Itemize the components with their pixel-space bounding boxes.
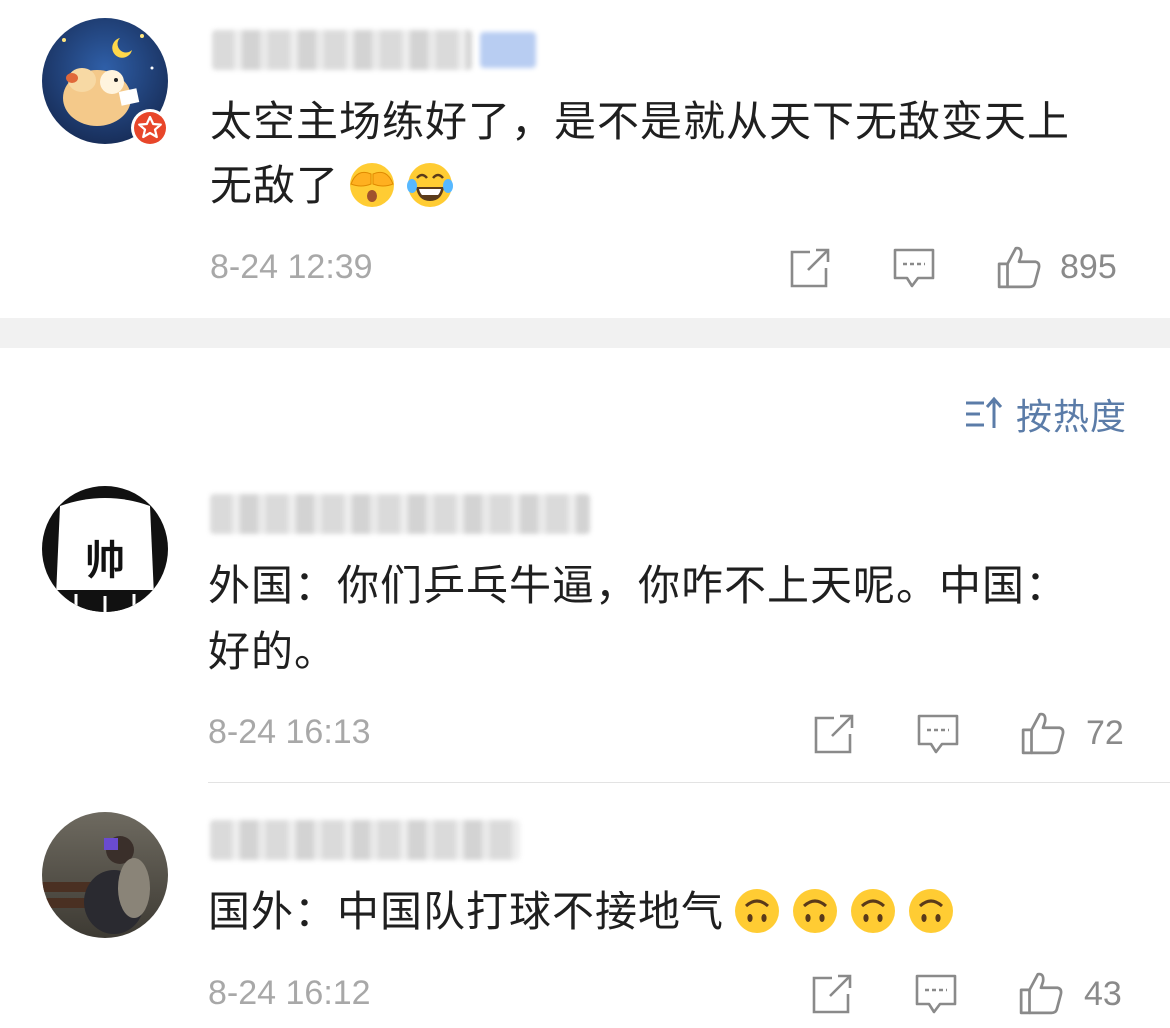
avatar[interactable] (42, 812, 168, 938)
upside-down-face-emoji (735, 888, 780, 933)
section-divider (0, 318, 1170, 348)
comment-text: 外国：你们乒乓牛逼，你咋不上天呢。中国： (208, 554, 1068, 618)
reply-icon[interactable] (916, 712, 960, 756)
hands-over-eyes-emoji (350, 162, 395, 207)
sort-icon (966, 396, 1003, 428)
avatar[interactable]: 帅 (42, 486, 168, 612)
comment-text-line2: 无敌了 (210, 161, 340, 210)
sort-by-hot-button[interactable]: 按热度 (964, 390, 1127, 438)
like-count: 72 (1086, 714, 1124, 752)
upside-down-face-emoji (793, 888, 838, 933)
member-badge-blurred (480, 32, 536, 68)
comment-text-line1: 国外：中国队打球不接地气 (208, 887, 725, 936)
comment-text-cont: 无敌了 (210, 154, 455, 218)
upside-down-face-emoji (909, 888, 954, 933)
share-icon[interactable] (788, 246, 832, 290)
upside-down-face-emoji (851, 888, 896, 933)
username-blurred[interactable] (210, 494, 590, 534)
comment-text-line2: 好的。 (208, 627, 338, 676)
avatar-text: 帅 (85, 538, 125, 584)
username-blurred[interactable] (210, 820, 520, 860)
share-icon[interactable] (812, 712, 856, 756)
verified-badge-icon (130, 108, 170, 148)
comment-text-line1: 外国：你们乒乓牛逼，你咋不上天呢。中国： (208, 561, 1069, 610)
comment-text-line1: 太空主场练好了，是不是就从天下无敌变天上 (210, 97, 1071, 146)
like-count: 895 (1060, 248, 1117, 286)
like-icon[interactable] (996, 244, 1042, 290)
reply-icon[interactable] (892, 246, 936, 290)
share-icon[interactable] (810, 972, 854, 1016)
comment-divider (208, 782, 1170, 783)
reply-icon[interactable] (914, 972, 958, 1016)
comment-time: 8-24 16:13 (208, 713, 371, 751)
comment-text: 太空主场练好了，是不是就从天下无敌变天上 (210, 90, 1070, 154)
avatar-image-icon (42, 812, 168, 938)
like-icon[interactable] (1020, 710, 1066, 756)
like-icon[interactable] (1018, 970, 1064, 1016)
laughing-tears-emoji (407, 162, 454, 207)
username-blurred[interactable] (212, 30, 472, 70)
comment-time: 8-24 12:39 (210, 248, 373, 286)
comment-time: 8-24 16:12 (208, 974, 371, 1012)
comment-text: 国外：中国队打球不接地气 (208, 880, 956, 944)
sort-label: 按热度 (1016, 397, 1128, 438)
like-count: 43 (1084, 975, 1122, 1013)
comment-text-cont: 好的。 (208, 620, 337, 684)
